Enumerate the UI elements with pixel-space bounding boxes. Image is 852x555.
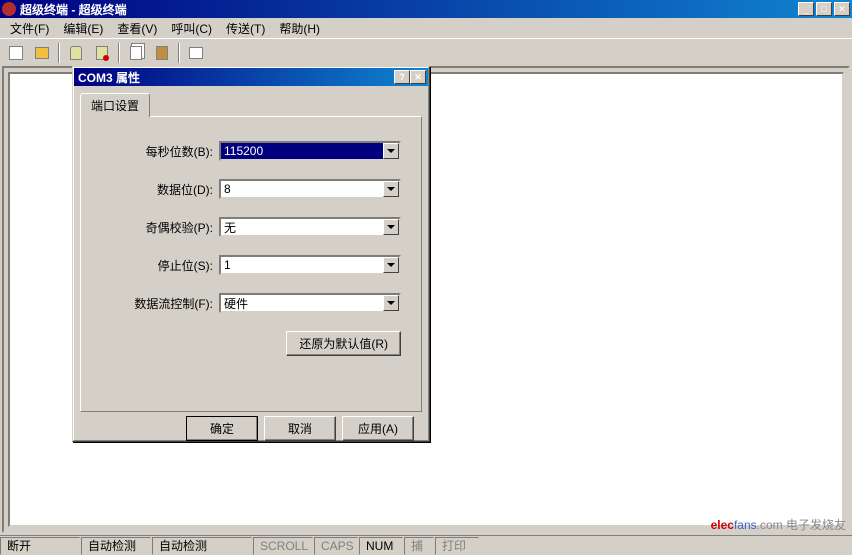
menu-help[interactable]: 帮助(H) xyxy=(273,18,326,39)
stopbits-label: 停止位(S): xyxy=(101,257,219,274)
status-spacer xyxy=(480,537,851,555)
toolbar-open[interactable] xyxy=(30,42,54,64)
toolbar-connect[interactable] xyxy=(64,42,88,64)
window-title: 超级终端 - 超级终端 xyxy=(20,1,798,18)
app-icon xyxy=(2,2,16,16)
dialog-title: COM3 属性 xyxy=(76,69,394,86)
phone-hangup-icon xyxy=(96,46,108,60)
menu-file[interactable]: 文件(F) xyxy=(4,18,55,39)
toolbar-separator xyxy=(118,43,120,63)
baud-label: 每秒位数(B): xyxy=(101,143,219,160)
toolbar-disconnect[interactable] xyxy=(90,42,114,64)
ok-button[interactable]: 确定 xyxy=(186,416,258,441)
watermark-blue: fans xyxy=(734,518,757,532)
status-num: NUM xyxy=(359,537,403,555)
toolbar-properties[interactable] xyxy=(184,42,208,64)
stopbits-value: 1 xyxy=(224,258,231,272)
minimize-button[interactable]: _ xyxy=(798,2,814,16)
toolbar-separator xyxy=(58,43,60,63)
receive-icon xyxy=(156,46,168,60)
menu-call[interactable]: 呼叫(C) xyxy=(165,18,218,39)
baud-value: 115200 xyxy=(224,144,263,158)
dialog-titlebar[interactable]: COM3 属性 ? ✕ xyxy=(74,68,428,86)
properties-icon xyxy=(189,47,203,59)
toolbar xyxy=(0,38,852,66)
watermark-suffix: .com 电子发烧友 xyxy=(757,518,846,532)
dialog-help-button[interactable]: ? xyxy=(394,70,410,84)
databits-label: 数据位(D): xyxy=(101,181,219,198)
tab-panel: 每秒位数(B): 115200 数据位(D): 8 奇偶校验(P): xyxy=(80,116,422,412)
status-caps: CAPS xyxy=(314,537,358,555)
parity-label: 奇偶校验(P): xyxy=(101,219,219,236)
toolbar-send[interactable] xyxy=(124,42,148,64)
toolbar-receive[interactable] xyxy=(150,42,174,64)
document-icon xyxy=(9,46,23,60)
send-icon xyxy=(130,46,142,60)
chevron-down-icon[interactable] xyxy=(383,143,399,159)
dialog-close-button[interactable]: ✕ xyxy=(410,70,426,84)
toolbar-separator xyxy=(178,43,180,63)
flow-value: 硬件 xyxy=(224,295,248,312)
status-detect1: 自动检测 xyxy=(81,537,151,555)
restore-defaults-button[interactable]: 还原为默认值(R) xyxy=(286,331,401,356)
status-detect2: 自动检测 xyxy=(152,537,252,555)
tab-port-settings[interactable]: 端口设置 xyxy=(80,93,150,117)
phone-icon xyxy=(70,46,82,60)
main-titlebar: 超级终端 - 超级终端 _ □ ✕ xyxy=(0,0,852,18)
menu-view[interactable]: 查看(V) xyxy=(111,18,163,39)
status-scroll: SCROLL xyxy=(253,537,313,555)
chevron-down-icon[interactable] xyxy=(383,181,399,197)
menu-edit[interactable]: 编辑(E) xyxy=(57,18,109,39)
com-properties-dialog: COM3 属性 ? ✕ 端口设置 每秒位数(B): 115200 数据位(D): xyxy=(72,66,430,442)
toolbar-new[interactable] xyxy=(4,42,28,64)
watermark: elecfans.com 电子发烧友 xyxy=(711,516,846,533)
chevron-down-icon[interactable] xyxy=(383,219,399,235)
apply-button[interactable]: 应用(A) xyxy=(342,416,414,441)
chevron-down-icon[interactable] xyxy=(383,295,399,311)
folder-open-icon xyxy=(35,47,49,59)
flow-label: 数据流控制(F): xyxy=(101,295,219,312)
databits-combo[interactable]: 8 xyxy=(219,179,401,199)
status-connection: 断开 xyxy=(0,537,80,555)
statusbar: 断开 自动检测 自动检测 SCROLL CAPS NUM 捕 打印 xyxy=(0,535,852,555)
chevron-down-icon[interactable] xyxy=(383,257,399,273)
watermark-red: elec xyxy=(711,518,734,532)
menubar: 文件(F) 编辑(E) 查看(V) 呼叫(C) 传送(T) 帮助(H) xyxy=(0,18,852,38)
databits-value: 8 xyxy=(224,182,231,196)
parity-combo[interactable]: 无 xyxy=(219,217,401,237)
menu-transfer[interactable]: 传送(T) xyxy=(220,18,271,39)
status-capture: 捕 xyxy=(404,537,434,555)
stopbits-combo[interactable]: 1 xyxy=(219,255,401,275)
status-print: 打印 xyxy=(435,537,479,555)
parity-value: 无 xyxy=(224,219,236,236)
cancel-button[interactable]: 取消 xyxy=(264,416,336,441)
baud-combo[interactable]: 115200 xyxy=(219,141,401,161)
close-button[interactable]: ✕ xyxy=(834,2,850,16)
maximize-button[interactable]: □ xyxy=(816,2,832,16)
flow-combo[interactable]: 硬件 xyxy=(219,293,401,313)
